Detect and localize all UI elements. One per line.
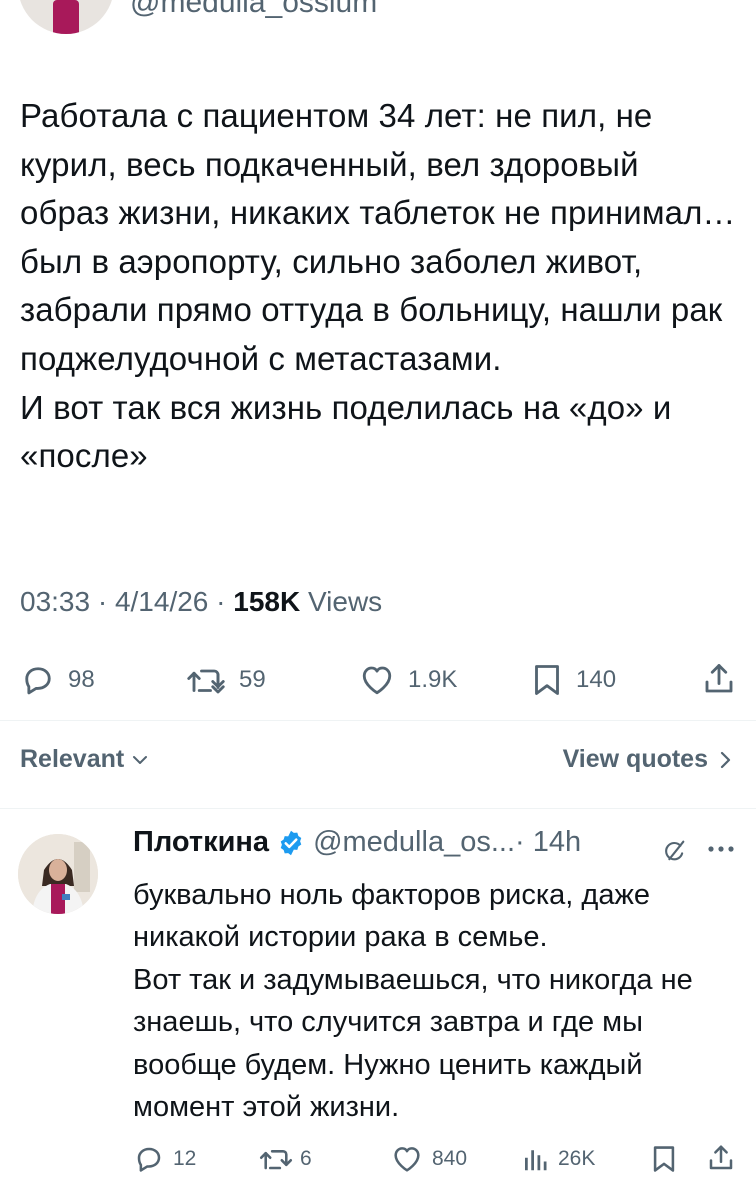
grok-icon[interactable] xyxy=(660,836,688,866)
sort-relevant-label: Relevant xyxy=(20,745,125,773)
reply-views-count: 26K xyxy=(558,1147,596,1170)
reply-count: 98 xyxy=(68,666,95,693)
reply-repost-count: 6 xyxy=(300,1147,312,1170)
reply-repost-button[interactable]: 6 xyxy=(258,1143,312,1175)
share-icon xyxy=(705,664,733,693)
author-handle[interactable]: @medulla_ossium xyxy=(130,0,377,20)
repost-button[interactable]: 59 xyxy=(185,662,266,698)
tweet-text: Работала с пациентом 34 лет: не пил, не … xyxy=(20,97,736,475)
views-icon xyxy=(525,1150,547,1171)
repost-icon xyxy=(187,669,225,694)
like-icon xyxy=(362,666,392,695)
reply-icon xyxy=(25,667,51,695)
reply-avatar[interactable] xyxy=(18,834,98,914)
divider xyxy=(0,720,756,721)
repost-count: 59 xyxy=(239,666,266,693)
view-quotes-label: View quotes xyxy=(562,745,708,773)
repost-icon xyxy=(259,1150,293,1170)
bookmark-icon xyxy=(653,1146,675,1172)
divider xyxy=(0,808,756,809)
share-button[interactable] xyxy=(701,660,737,698)
reply-text: буквально ноль факторов риска, даже ника… xyxy=(133,879,693,1124)
tweet-meta: 03:33 · 4/14/26 · 158K Views xyxy=(20,586,382,618)
share-icon xyxy=(709,1145,733,1170)
reply-author-name[interactable]: Плоткина xyxy=(133,826,269,859)
bookmark-icon xyxy=(535,665,559,695)
reply-time[interactable]: · 14h xyxy=(515,826,581,859)
reply-button[interactable]: 98 xyxy=(20,662,95,698)
reply-views-button[interactable]: 26K xyxy=(520,1143,595,1175)
like-count: 1.9K xyxy=(408,666,458,693)
reply-bookmark-button[interactable] xyxy=(650,1143,678,1175)
reply-reply-count: 12 xyxy=(173,1147,197,1170)
reply-header: Плоткина @medulla_os... · 14h xyxy=(133,826,581,859)
sort-relevant-dropdown[interactable]: Relevant xyxy=(20,745,150,774)
verified-icon xyxy=(280,830,302,855)
views-count: 158K xyxy=(233,586,301,617)
bookmark-count: 140 xyxy=(576,666,617,693)
like-button[interactable]: 1.9K xyxy=(358,662,457,698)
chevron-down-icon xyxy=(133,755,148,764)
reply-icon xyxy=(137,1147,161,1172)
chevron-right-icon xyxy=(720,751,731,768)
reply-reply-button[interactable]: 12 xyxy=(133,1143,196,1175)
reply-share-button[interactable] xyxy=(706,1141,736,1175)
view-quotes-link[interactable]: View quotes xyxy=(563,745,732,774)
like-icon xyxy=(394,1147,420,1172)
bookmark-button[interactable]: 140 xyxy=(530,662,616,698)
more-icon[interactable] xyxy=(706,844,736,854)
reply-like-count: 840 xyxy=(432,1147,468,1170)
reply-like-button[interactable]: 840 xyxy=(390,1143,467,1175)
views-label: Views xyxy=(300,586,383,617)
author-avatar[interactable] xyxy=(18,0,114,34)
reply-handle[interactable]: @medulla_os... xyxy=(313,826,515,859)
tweet-timestamp[interactable]: 03:33 · 4/14/26 · xyxy=(20,586,233,617)
